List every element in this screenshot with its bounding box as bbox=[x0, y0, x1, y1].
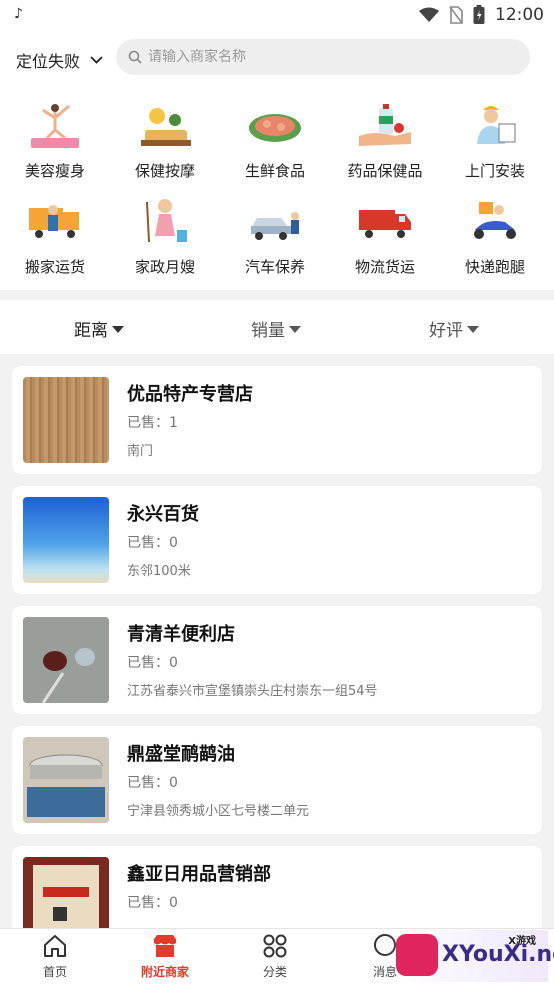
store-name: 永兴百货 bbox=[127, 504, 199, 525]
category-item[interactable]: 快递跑腿 bbox=[440, 190, 550, 290]
search-input[interactable] bbox=[148, 49, 488, 65]
home-icon bbox=[44, 935, 66, 957]
clock-time: 12:00 bbox=[495, 5, 544, 25]
massage-icon bbox=[141, 108, 191, 146]
watermark-logo-icon bbox=[396, 934, 438, 976]
store-sold: 已售：1 bbox=[127, 415, 178, 431]
category-label: 上门安装 bbox=[464, 162, 525, 180]
moving-icon bbox=[29, 205, 79, 238]
category-label: 生鲜食品 bbox=[244, 162, 305, 180]
category-item[interactable]: 美容瘦身 bbox=[0, 94, 110, 194]
store-thumbnail bbox=[23, 497, 109, 583]
nav-label: 分类 bbox=[262, 965, 287, 979]
category-item[interactable]: 药品保健品 bbox=[330, 94, 440, 194]
caret-down-icon bbox=[289, 326, 301, 333]
wifi-icon bbox=[419, 7, 439, 22]
caret-down-icon bbox=[112, 326, 124, 333]
store-address: 南门 bbox=[127, 444, 154, 459]
sort-tab-label: 距离 bbox=[74, 321, 108, 341]
store-card[interactable]: 鼎盛堂鸸鹋油 已售：0 宁津县领秀城小区七号楼二单元 bbox=[12, 726, 542, 834]
battery-icon bbox=[473, 5, 485, 24]
category-item[interactable]: 家政月嫂 bbox=[110, 190, 220, 290]
category-item[interactable]: 上门安装 bbox=[440, 94, 550, 194]
sort-tab-sales[interactable]: 销量 bbox=[251, 316, 301, 341]
yoga-icon bbox=[31, 104, 79, 148]
nav-category[interactable]: 分类 bbox=[220, 933, 330, 980]
fresh-food-icon bbox=[249, 114, 301, 142]
caret-down-icon bbox=[467, 326, 479, 333]
pan-photo bbox=[23, 737, 109, 823]
store-card[interactable]: 青清羊便利店 已售：0 江苏省泰兴市宣堡镇崇头庄村崇东一组54号 bbox=[12, 606, 542, 714]
installer-icon bbox=[477, 106, 516, 144]
chevron-down-icon bbox=[90, 56, 103, 64]
sort-tab-rating[interactable]: 好评 bbox=[429, 316, 479, 341]
category-label: 药品保健品 bbox=[347, 162, 423, 180]
nav-label: 附近商家 bbox=[140, 965, 189, 979]
store-name: 优品特产专营店 bbox=[127, 384, 253, 405]
nav-label: 首页 bbox=[42, 965, 67, 979]
category-item[interactable]: 搬家运货 bbox=[0, 190, 110, 290]
store-sold: 已售：0 bbox=[127, 775, 178, 791]
nav-home[interactable]: 首页 bbox=[0, 933, 110, 980]
tiktok-icon: ♪ bbox=[14, 6, 23, 22]
status-bar: ♪ 12:00 bbox=[0, 0, 554, 30]
no-sim-icon bbox=[449, 6, 463, 24]
courier-scooter-icon bbox=[474, 202, 516, 239]
store-card[interactable]: 优品特产专营店 已售：1 南门 bbox=[12, 366, 542, 474]
category-label: 汽车保养 bbox=[244, 258, 305, 276]
sort-tab-label: 好评 bbox=[429, 321, 463, 341]
category-grid: 美容瘦身 保健按摩 生鲜食品 药品保健品 上门安装 搬家运货 家政月嫂 汽车保养… bbox=[0, 86, 554, 290]
store-card[interactable]: 永兴百货 已售：0 东邻100米 bbox=[12, 486, 542, 594]
truck-icon bbox=[359, 210, 411, 238]
category-label: 美容瘦身 bbox=[24, 162, 85, 180]
category-label: 物流货运 bbox=[354, 258, 415, 276]
category-label: 快递跑腿 bbox=[464, 258, 525, 276]
category-item[interactable]: 汽车保养 bbox=[220, 190, 330, 290]
nav-nearby[interactable]: 附近商家 bbox=[110, 933, 220, 980]
category-item[interactable]: 物流货运 bbox=[330, 190, 440, 290]
watermark: X游戏 XYouXi.net bbox=[382, 930, 554, 982]
shop-icon bbox=[154, 935, 176, 957]
sort-tab-distance[interactable]: 距离 bbox=[74, 316, 124, 341]
car-care-icon bbox=[251, 212, 299, 240]
watermark-text: XYouXi.net bbox=[442, 942, 554, 967]
search-icon bbox=[128, 50, 142, 64]
housekeeping-icon bbox=[146, 199, 187, 243]
store-name: 青清羊便利店 bbox=[127, 624, 235, 645]
store-sold: 已售：0 bbox=[127, 535, 178, 551]
sort-tab-label: 销量 bbox=[251, 321, 285, 341]
store-sold: 已售：0 bbox=[127, 895, 178, 911]
location-label: 定位失败 bbox=[16, 52, 81, 71]
category-item[interactable]: 保健按摩 bbox=[110, 94, 220, 194]
category-label: 家政月嫂 bbox=[134, 258, 195, 276]
store-name: 鼎盛堂鸸鹋油 bbox=[127, 744, 235, 765]
grid-icon bbox=[263, 934, 287, 958]
location-selector[interactable]: 定位失败 bbox=[16, 48, 103, 72]
store-name: 鑫亚日用品营销部 bbox=[127, 864, 271, 885]
sort-tabs: 距离 销量 好评 bbox=[0, 300, 554, 354]
store-thumbnail bbox=[23, 617, 109, 703]
medicine-icon bbox=[359, 104, 411, 146]
jars-photo bbox=[23, 617, 109, 703]
header-bar: 定位失败 bbox=[0, 30, 554, 86]
category-label: 搬家运货 bbox=[24, 258, 85, 276]
store-sold: 已售：0 bbox=[127, 655, 178, 671]
store-thumbnail bbox=[23, 377, 109, 463]
store-address: 宁津县领秀城小区七号楼二单元 bbox=[127, 804, 310, 819]
category-item[interactable]: 生鲜食品 bbox=[220, 94, 330, 194]
store-address: 东邻100米 bbox=[127, 564, 191, 579]
category-label: 保健按摩 bbox=[134, 162, 195, 180]
search-bar[interactable] bbox=[116, 39, 530, 75]
store-thumbnail bbox=[23, 737, 109, 823]
store-address: 江苏省泰兴市宣堡镇崇头庄村崇东一组54号 bbox=[127, 684, 378, 699]
